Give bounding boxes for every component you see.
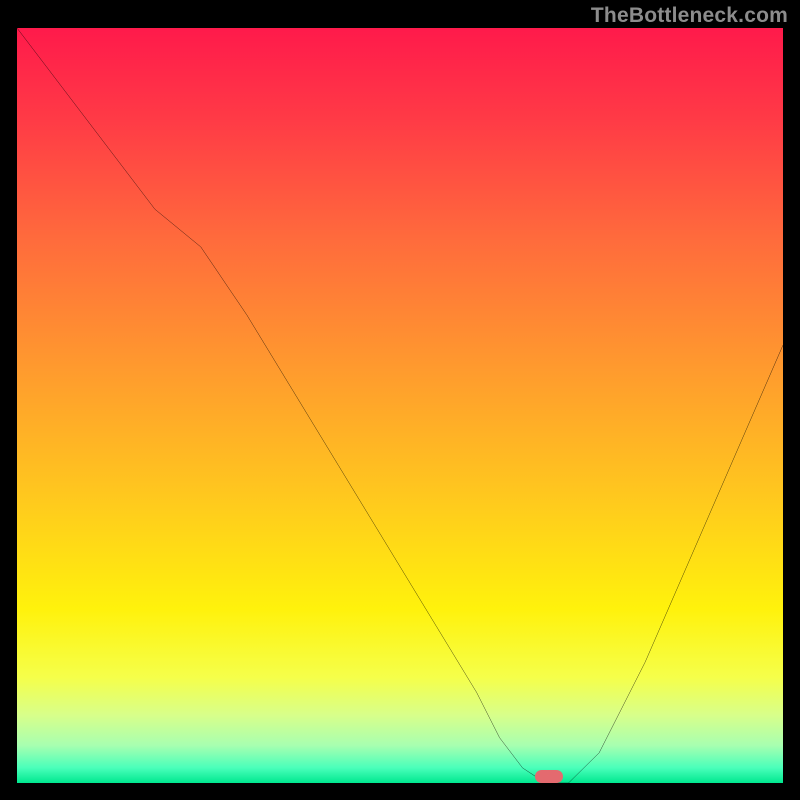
- optimum-marker: [535, 770, 563, 783]
- plot-area: [17, 28, 783, 783]
- watermark-text: TheBottleneck.com: [591, 4, 788, 28]
- bottleneck-curve: [17, 28, 783, 783]
- chart-frame: TheBottleneck.com: [0, 0, 800, 800]
